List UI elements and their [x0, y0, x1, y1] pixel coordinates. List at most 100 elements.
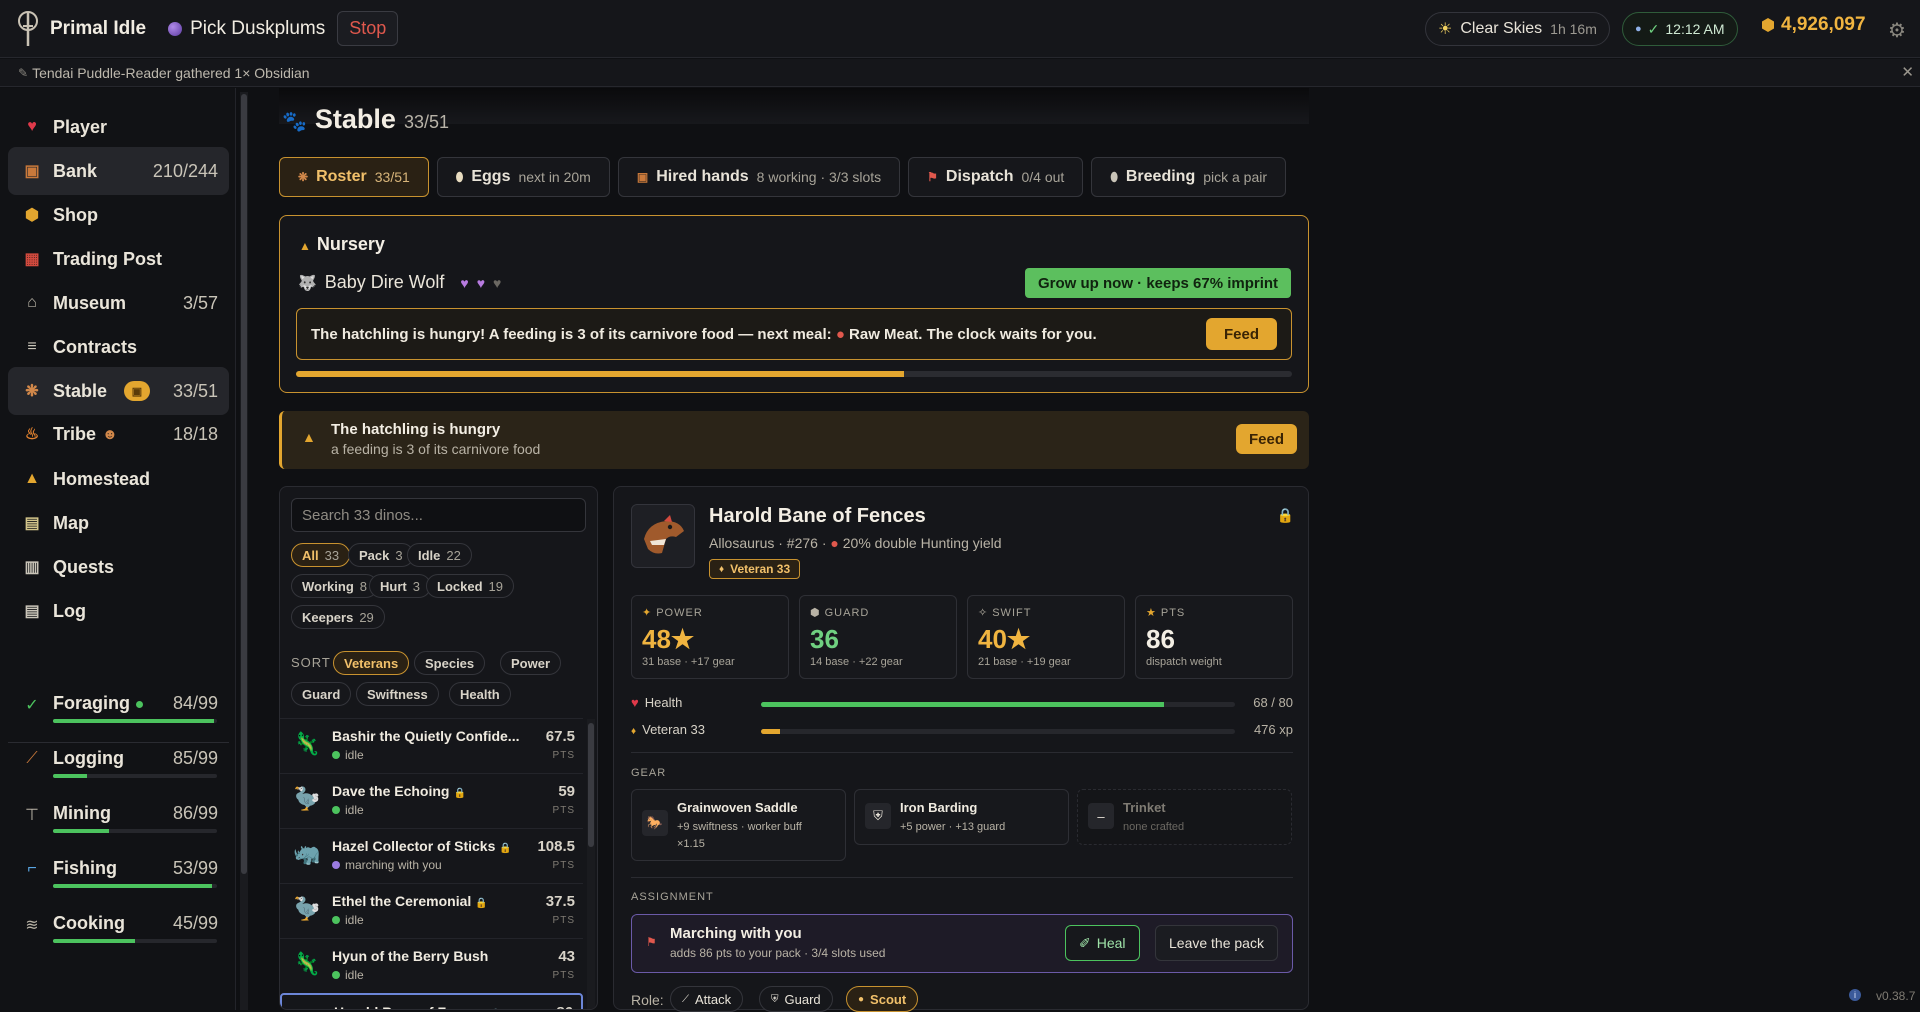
- role-scout[interactable]: ● Scout: [846, 986, 919, 1012]
- info-icon[interactable]: i: [1849, 989, 1861, 1001]
- sidebar-item-bank[interactable]: ▣ Bank 210/244: [8, 147, 229, 195]
- sidebar-item-contracts[interactable]: ≡ Contracts: [8, 323, 229, 371]
- sidebar-item-label: Stable: [53, 380, 108, 401]
- veteran-xp: 476 xp: [1253, 722, 1293, 737]
- alert-feed-button[interactable]: Feed: [1235, 424, 1297, 454]
- bandage-icon: ✐: [1079, 934, 1091, 951]
- stat-detail: 31 base · +17 gear: [642, 656, 735, 668]
- filter-hurt[interactable]: Hurt 3: [369, 574, 431, 598]
- sidebar-item-map[interactable]: ▤ Map: [8, 499, 229, 547]
- tab-hired-hands[interactable]: ▣ Hired hands 8 working · 3/3 slots: [617, 157, 901, 197]
- page-title-count: 33/51: [403, 112, 449, 132]
- cooking-icon: ≋: [25, 917, 39, 934]
- dino-avatar-icon: 🦎: [293, 731, 321, 756]
- filter-all[interactable]: All 33: [291, 543, 351, 567]
- flame-icon: ♨: [24, 426, 40, 443]
- tab-eggs[interactable]: ⬮ Eggs next in 20m: [436, 157, 610, 197]
- sort-veterans[interactable]: Veterans: [333, 651, 410, 675]
- skill-level: 86/99: [172, 803, 218, 823]
- lock-icon[interactable]: 🔒: [1277, 507, 1294, 524]
- sidebar-skill-fishing[interactable]: ⌐ Fishing 53/99: [8, 852, 229, 906]
- tab-roster[interactable]: ❋ Roster 33/51: [279, 157, 429, 197]
- dino-row-points: 43: [558, 948, 575, 965]
- gear-slot-3[interactable]: – Trinket none crafted: [1077, 789, 1292, 845]
- status-dot-icon: [332, 751, 340, 759]
- sort-swiftness[interactable]: Swiftness: [356, 682, 439, 706]
- leave-pack-button[interactable]: Leave the pack: [1155, 925, 1278, 961]
- sidebar-item-museum[interactable]: ⌂ Museum 3/57: [8, 279, 229, 327]
- role-attack[interactable]: ⟋ Attack: [670, 986, 744, 1012]
- stop-button[interactable]: Stop: [337, 11, 399, 46]
- points-unit: PTS: [552, 970, 575, 981]
- dino-avatar-icon: 🦤: [293, 896, 321, 921]
- grow-up-button[interactable]: Grow up now · keeps 67% imprint: [1025, 268, 1292, 298]
- health-label: ♥ Health: [631, 695, 683, 710]
- sidebar-item-quests[interactable]: ▥ Quests: [8, 543, 229, 591]
- sidebar-item-label: Map: [53, 512, 89, 533]
- settings-gear-icon[interactable]: ⚙: [1888, 18, 1906, 43]
- tab-label: Roster: [316, 168, 367, 185]
- filter-locked[interactable]: Locked 19: [426, 574, 514, 598]
- role-guard[interactable]: ⛨ Guard: [759, 986, 833, 1012]
- filter-keepers[interactable]: Keepers 29: [291, 605, 385, 629]
- sort-guard[interactable]: Guard: [291, 682, 352, 706]
- skill-level: 53/99: [172, 858, 218, 878]
- sidebar-skill-mining[interactable]: ⊤ Mining 86/99: [8, 797, 229, 851]
- skill-progress: [53, 884, 217, 888]
- dino-list-row[interactable]: 🦖Harold Bane of Fences🔒86PTS: [280, 993, 583, 1009]
- sidebar-item-homestead[interactable]: ▲ Homestead: [8, 455, 229, 503]
- current-action[interactable]: Pick Duskplums: [168, 18, 325, 40]
- points-unit: PTS: [552, 860, 575, 871]
- sidebar-skill-logging[interactable]: ⟋ Logging 85/99: [8, 742, 229, 796]
- sidebar-skill-foraging[interactable]: ✓ Foraging 84/99: [8, 687, 229, 741]
- filter-idle[interactable]: Idle 22: [407, 543, 472, 567]
- dino-search-input[interactable]: [291, 498, 586, 532]
- sidebar-item-stable[interactable]: ❋ Stable 33/51 ▣: [8, 367, 229, 415]
- heal-button[interactable]: ✐ Heal: [1065, 925, 1140, 961]
- list-scroll-thumb[interactable]: [588, 723, 594, 847]
- sidebar-scrollbar[interactable]: [240, 92, 248, 1010]
- sidebar-item-log[interactable]: ▤ Log: [8, 587, 229, 635]
- sidebar-item-trading-post[interactable]: ▦ Trading Post: [8, 235, 229, 283]
- dino-list-row[interactable]: 🦎 Hyun of the Berry Bush idle 43 PTS: [280, 938, 583, 993]
- filter-working[interactable]: Working 8: [291, 574, 378, 598]
- gear-slot-2[interactable]: ⛨ Iron Barding +5 power · +13 guard: [854, 789, 1069, 845]
- sidebar-item-player[interactable]: ♥ Player: [8, 103, 229, 151]
- gear-slot-1[interactable]: 🐎 Grainwoven Saddle +9 swiftness · worker …: [631, 789, 846, 861]
- dino-row-status: idle: [332, 748, 364, 762]
- stable-tabs: ❋ Roster 33/51 ⬮ Eggs next in 20m ▣ Hired hands…: [279, 157, 1287, 197]
- role-icon: ●: [858, 993, 865, 1005]
- tab-breeding[interactable]: ⬮ Breeding pick a pair: [1091, 157, 1287, 197]
- dino-list-row[interactable]: 🦏 Hazel Collector of Sticks 🔒 marching with…: [280, 828, 583, 883]
- alert-subtitle: a feeding is 3 of its carnivore food: [331, 441, 541, 457]
- feed-button[interactable]: Feed: [1205, 318, 1277, 350]
- skill-progress-fill: [53, 829, 109, 833]
- heart-icon: ♥: [27, 118, 37, 135]
- sort-species[interactable]: Species: [414, 651, 486, 675]
- sidebar-item-tribe[interactable]: ♨ Tribe 18/18 ☻: [8, 410, 229, 458]
- list-scrollbar[interactable]: [587, 719, 595, 1009]
- sidebar-skill-cooking[interactable]: ≋ Cooking 45/99: [8, 907, 229, 961]
- close-icon[interactable]: ✕: [1901, 63, 1914, 81]
- dino-list-row[interactable]: 🦤 Ethel the Ceremonial 🔒 idle 37.5 PTS: [280, 883, 583, 938]
- trait-icon: ●: [830, 535, 839, 551]
- notification-text: Tendai Puddle-Reader gathered 1× Obsidia…: [32, 64, 310, 81]
- weather-pill[interactable]: ☀ Clear Skies 1h 16m: [1425, 12, 1610, 46]
- sidebar-item-shop[interactable]: ⬢ Shop: [8, 191, 229, 239]
- skill-progress: [53, 829, 217, 833]
- dino-list-row[interactable]: 🦤 Dave the Echoing 🔒 idle 59 PTS: [280, 773, 583, 828]
- sort-health[interactable]: Health: [449, 682, 511, 706]
- paw-icon: ❋: [25, 383, 39, 400]
- sidebar-scroll-thumb[interactable]: [241, 94, 247, 874]
- filter-pack[interactable]: Pack 3: [348, 543, 414, 567]
- tab-dispatch[interactable]: ⚑ Dispatch 0/4 out: [908, 157, 1084, 197]
- dino-list-row[interactable]: 🦎 Bashir the Quietly Confide... idle 67.5 PT…: [280, 718, 583, 773]
- sort-power[interactable]: Power: [500, 651, 562, 675]
- duskplum-icon: [168, 21, 183, 36]
- stat-value: 86: [1146, 624, 1175, 654]
- skill-progress: [53, 719, 217, 723]
- status-dot-icon: [332, 806, 340, 814]
- raw-meat-icon: ●: [835, 325, 845, 343]
- clock-pill[interactable]: ● ✓ 12:12 AM: [1622, 12, 1738, 46]
- nursery-baby: 🐺 Baby Dire Wolf ♥ ♥ ♥: [298, 272, 501, 293]
